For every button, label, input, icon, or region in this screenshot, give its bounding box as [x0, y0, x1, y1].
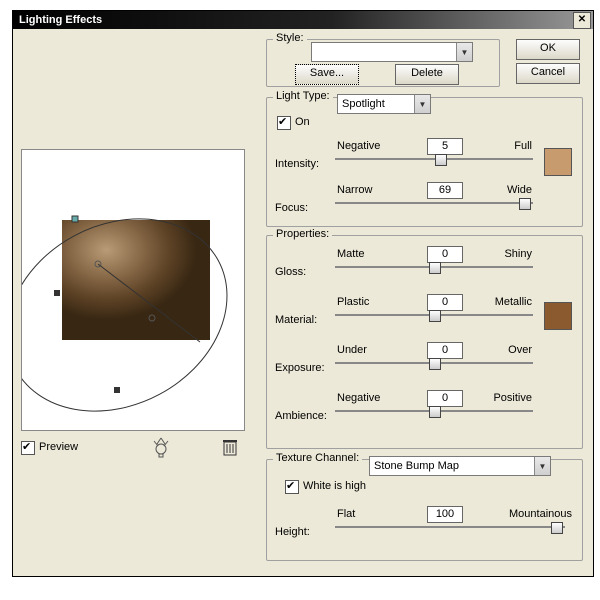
white-high-checkbox[interactable] — [285, 480, 299, 494]
white-high-label: White is high — [303, 480, 366, 492]
intensity-slider[interactable] — [335, 158, 533, 160]
material-max: Metallic — [495, 296, 532, 308]
preview-checkbox[interactable] — [21, 441, 35, 455]
texture-value: Stone Bump Map — [370, 460, 534, 472]
properties-group: Properties: Gloss: Matte 0 Shiny Materia… — [266, 235, 583, 449]
light-gizmo[interactable] — [22, 150, 244, 430]
style-dropdown[interactable]: ▼ — [311, 42, 473, 62]
focus-row: Focus: Narrow 69 Wide — [275, 184, 574, 224]
focus-value[interactable]: 69 — [427, 182, 463, 199]
chevron-down-icon: ▼ — [534, 457, 550, 475]
titlebar[interactable]: Lighting Effects ✕ — [13, 11, 593, 29]
style-label: Style: — [273, 32, 307, 44]
focus-label: Focus: — [275, 202, 308, 214]
intensity-thumb[interactable] — [435, 154, 447, 166]
gloss-value[interactable]: 0 — [427, 246, 463, 263]
preview-label: Preview — [39, 441, 78, 453]
material-thumb[interactable] — [429, 310, 441, 322]
texture-label: Texture Channel: — [273, 452, 362, 464]
on-label: On — [295, 116, 310, 128]
exposure-value[interactable]: 0 — [427, 342, 463, 359]
ok-button[interactable]: OK — [516, 39, 580, 60]
title-text: Lighting Effects — [19, 14, 102, 26]
light-type-value: Spotlight — [338, 98, 414, 110]
height-min: Flat — [337, 508, 355, 520]
exposure-row: Exposure: Under 0 Over — [275, 344, 574, 384]
exposure-label: Exposure: — [275, 362, 325, 374]
focus-min: Narrow — [337, 184, 372, 196]
texture-dropdown[interactable]: Stone Bump Map ▼ — [369, 456, 551, 476]
height-slider[interactable] — [335, 526, 565, 528]
intensity-row: Intensity: Negative 5 Full — [275, 140, 574, 180]
height-row: Height: Flat 100 Mountainous — [275, 508, 574, 548]
material-min: Plastic — [337, 296, 369, 308]
ambience-max: Positive — [493, 392, 532, 404]
height-thumb[interactable] — [551, 522, 563, 534]
material-row: Material: Plastic 0 Metallic — [275, 296, 574, 336]
exposure-thumb[interactable] — [429, 358, 441, 370]
properties-label: Properties: — [273, 228, 332, 240]
gloss-thumb[interactable] — [429, 262, 441, 274]
lighting-effects-dialog: Lighting Effects ✕ Style: ▼ Save... Dele… — [12, 10, 594, 577]
ambience-row: Ambience: Negative 0 Positive — [275, 392, 574, 432]
exposure-max: Over — [508, 344, 532, 356]
light-type-dropdown[interactable]: Spotlight ▼ — [337, 94, 431, 114]
style-group: Style: ▼ Save... Delete — [266, 39, 500, 87]
intensity-min: Negative — [337, 140, 380, 152]
focus-max: Wide — [507, 184, 532, 196]
gloss-max: Shiny — [504, 248, 532, 260]
height-max: Mountainous — [509, 508, 572, 520]
preview-panel[interactable] — [21, 149, 245, 431]
ambience-label: Ambience: — [275, 410, 327, 422]
save-button[interactable]: Save... — [295, 64, 359, 85]
cancel-button[interactable]: Cancel — [516, 63, 580, 84]
ambient-color-swatch[interactable] — [544, 302, 572, 330]
chevron-down-icon: ▼ — [456, 43, 472, 61]
light-type-label: Light Type: — [273, 90, 333, 102]
ambience-thumb[interactable] — [429, 406, 441, 418]
trash-icon[interactable] — [223, 439, 237, 456]
focus-slider[interactable] — [335, 202, 533, 204]
close-button[interactable]: ✕ — [573, 12, 591, 29]
gloss-label: Gloss: — [275, 266, 306, 278]
material-value[interactable]: 0 — [427, 294, 463, 311]
material-label: Material: — [275, 314, 317, 326]
height-value[interactable]: 100 — [427, 506, 463, 523]
light-color-swatch[interactable] — [544, 148, 572, 176]
lightbulb-icon[interactable] — [151, 437, 171, 465]
delete-button[interactable]: Delete — [395, 64, 459, 85]
intensity-value[interactable]: 5 — [427, 138, 463, 155]
focus-thumb[interactable] — [519, 198, 531, 210]
on-checkbox[interactable] — [277, 116, 291, 130]
height-label: Height: — [275, 526, 310, 538]
ambience-value[interactable]: 0 — [427, 390, 463, 407]
chevron-down-icon: ▼ — [414, 95, 430, 113]
gloss-row: Gloss: Matte 0 Shiny — [275, 248, 574, 288]
exposure-min: Under — [337, 344, 367, 356]
intensity-max: Full — [514, 140, 532, 152]
intensity-label: Intensity: — [275, 158, 319, 170]
texture-group: Texture Channel: Stone Bump Map ▼ White … — [266, 459, 583, 561]
ambience-min: Negative — [337, 392, 380, 404]
light-type-group: Light Type: Spotlight ▼ On Intensity: Ne… — [266, 97, 583, 227]
gloss-min: Matte — [337, 248, 365, 260]
